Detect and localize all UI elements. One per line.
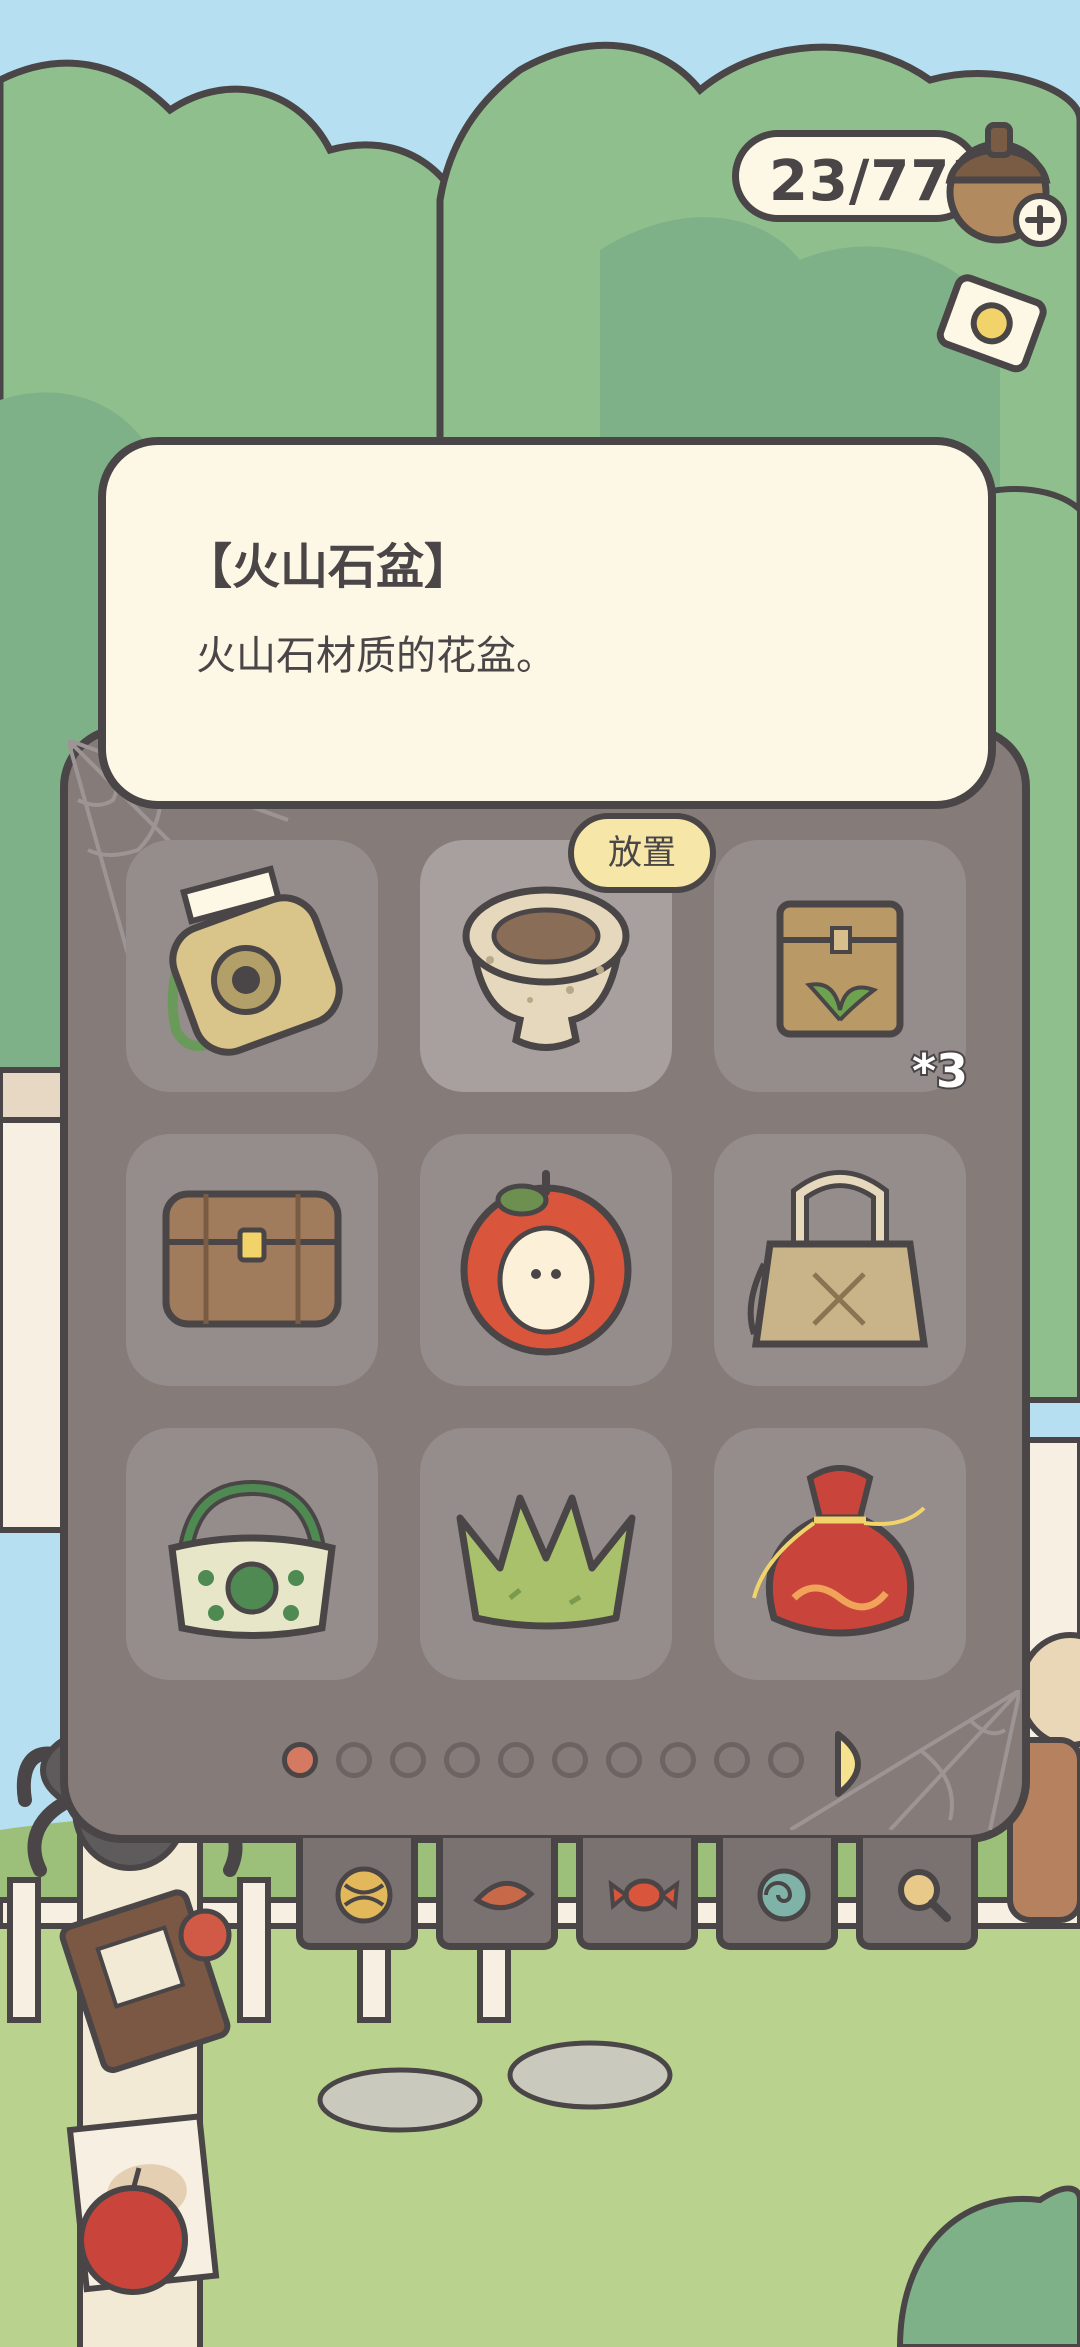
inventory-slot-camera[interactable]: [126, 840, 378, 1092]
inventory-slot-tote[interactable]: [126, 1428, 378, 1680]
item-description: 火山石材质的花盆。: [196, 633, 556, 679]
next-page-arrow-icon[interactable]: [830, 1728, 880, 1800]
page-dot[interactable]: [390, 1742, 426, 1778]
apple-icon: [460, 1170, 632, 1356]
page-dot[interactable]: [714, 1742, 750, 1778]
wooden-chest-icon: [162, 1190, 342, 1328]
page-dot[interactable]: [444, 1742, 480, 1778]
item-name: 【火山石盆】: [184, 539, 473, 595]
item-tooltip: 【火山石盆】 火山石材质的花盆。: [98, 437, 996, 809]
magnifier-icon: [898, 1869, 951, 1922]
page-dot[interactable]: [498, 1742, 534, 1778]
inventory-slot-apple[interactable]: [420, 1134, 672, 1386]
tab-search[interactable]: [856, 1838, 978, 1950]
acorn-add-icon[interactable]: [940, 110, 1070, 250]
inventory-slot-chest[interactable]: [126, 1134, 378, 1386]
page-dot[interactable]: [282, 1742, 318, 1778]
page-dot[interactable]: [552, 1742, 588, 1778]
tab-yarn[interactable]: [296, 1838, 418, 1950]
page-dot[interactable]: [606, 1742, 642, 1778]
quest-scroll-icon[interactable]: [925, 268, 1055, 388]
item-count-badge: *3: [910, 1042, 970, 1100]
page-dot[interactable]: [336, 1742, 372, 1778]
red-pouch-icon: [752, 1465, 926, 1637]
cobweb-decor-icon: [790, 1690, 1020, 1830]
green-tote-bag-icon: [168, 1479, 336, 1639]
page-dot[interactable]: [660, 1742, 696, 1778]
inventory-slot-leaf-crown[interactable]: [420, 1428, 672, 1680]
inventory-slot-pouch[interactable]: [714, 1428, 966, 1680]
inventory-slot-handbag[interactable]: [714, 1134, 966, 1386]
tab-candy[interactable]: [576, 1838, 698, 1950]
candy-icon: [608, 1878, 680, 1912]
leaf-icon: [473, 1880, 535, 1911]
leaf-crown-icon: [456, 1494, 636, 1630]
tab-snail[interactable]: [716, 1838, 838, 1950]
tab-leaf[interactable]: [436, 1838, 558, 1950]
snail-shell-icon: [757, 1868, 811, 1922]
page-dot[interactable]: [768, 1742, 804, 1778]
place-button[interactable]: 放置: [568, 813, 716, 893]
instant-camera-icon: [167, 865, 343, 1056]
yarn-ball-icon: [335, 1866, 393, 1924]
woven-handbag-icon: [747, 1170, 929, 1348]
